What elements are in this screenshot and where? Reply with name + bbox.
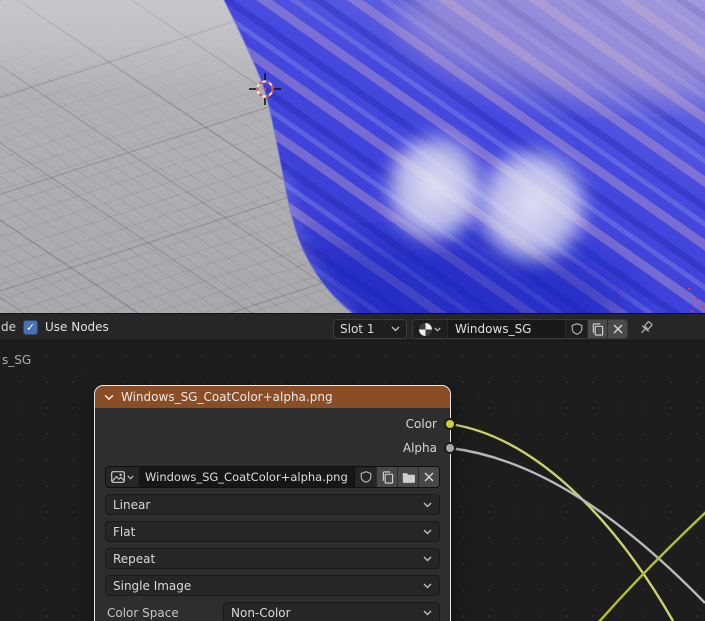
fake-user-button[interactable] [565, 320, 587, 338]
chevron-down-icon [391, 326, 400, 332]
color-output-socket[interactable] [444, 418, 456, 430]
use-nodes-checkbox[interactable]: ✓ [23, 320, 38, 335]
browse-image-button[interactable] [106, 467, 138, 487]
blender-window: de ✓ Use Nodes Slot 1 Windows_SG s_SG Wi… [0, 0, 705, 621]
material-name-field[interactable]: Windows_SG [447, 320, 565, 338]
duplicate-image-button[interactable] [376, 467, 397, 487]
material-sphere-icon [419, 322, 432, 336]
close-icon [613, 324, 622, 334]
shader-node-editor[interactable]: s_SG Windows_SG_CoatColor+alpha.png Colo… [0, 341, 705, 621]
output-label: Color [405, 417, 437, 431]
chevron-down-icon [423, 610, 432, 615]
link-alpha-output [449, 446, 705, 604]
unlink-material-button[interactable] [607, 320, 627, 338]
projection-value: Flat [113, 524, 136, 539]
shield-icon [360, 471, 371, 483]
node-body: Color Alpha Windows_SG_CoatColor+alpha.p… [95, 408, 456, 621]
node-title: Windows_SG_CoatColor+alpha.png [121, 390, 333, 404]
output-row-alpha: Alpha [95, 436, 456, 460]
color-space-row: Color Space Non-Color [105, 602, 440, 621]
chevron-down-icon [423, 529, 432, 534]
image-fake-user-button[interactable] [354, 467, 376, 487]
chevron-down-icon [423, 583, 432, 588]
chevron-down-icon [423, 502, 432, 507]
duplicate-material-button[interactable] [587, 320, 607, 338]
browse-material-button[interactable] [413, 320, 447, 338]
checkmark-icon: ✓ [25, 321, 36, 334]
collapse-chevron-icon[interactable] [104, 394, 114, 401]
image-name-field[interactable]: Windows_SG_CoatColor+alpha.png [138, 467, 354, 487]
color-space-dropdown[interactable]: Non-Color [223, 602, 440, 621]
pin-button[interactable] [638, 320, 654, 340]
truncated-mode-text: de [1, 320, 16, 334]
open-image-button[interactable] [397, 467, 418, 487]
chevron-down-icon [434, 327, 441, 332]
chevron-down-icon [423, 556, 432, 561]
output-row-color: Color [95, 412, 456, 436]
source-value: Single Image [113, 578, 192, 593]
copy-icon [592, 322, 604, 336]
chevron-down-icon [126, 475, 134, 480]
color-space-label: Color Space [107, 605, 179, 620]
extension-value: Repeat [113, 551, 156, 566]
shield-icon [571, 323, 582, 335]
source-dropdown[interactable]: Single Image [105, 575, 440, 596]
close-icon [424, 472, 434, 482]
output-label: Alpha [402, 441, 437, 455]
alpha-output-socket[interactable] [444, 442, 456, 454]
node-header[interactable]: Windows_SG_CoatColor+alpha.png [95, 386, 450, 408]
extension-dropdown[interactable]: Repeat [105, 548, 440, 569]
folder-icon [402, 472, 415, 483]
projection-dropdown[interactable]: Flat [105, 521, 440, 542]
image-icon [110, 471, 125, 483]
image-datablock-selector: Windows_SG_CoatColor+alpha.png [105, 466, 440, 488]
shader-editor-header: de ✓ Use Nodes Slot 1 Windows_SG [0, 313, 705, 341]
interpolation-value: Linear [113, 497, 151, 512]
image-texture-node[interactable]: Windows_SG_CoatColor+alpha.png Color Alp… [94, 385, 456, 621]
3d-viewport[interactable] [0, 0, 705, 313]
slot-dropdown-value: Slot 1 [340, 322, 375, 336]
use-nodes-label: Use Nodes [45, 320, 109, 334]
pin-icon [641, 321, 653, 334]
link-crossing [598, 511, 705, 621]
viewport-scene [0, 0, 705, 313]
color-space-value: Non-Color [231, 605, 291, 620]
unlink-image-button[interactable] [418, 467, 439, 487]
copy-icon [382, 470, 393, 484]
slot-dropdown[interactable]: Slot 1 [333, 319, 407, 339]
material-datablock-selector: Windows_SG [412, 319, 628, 339]
blue-object[interactable] [0, 0, 705, 313]
interpolation-dropdown[interactable]: Linear [105, 494, 440, 515]
